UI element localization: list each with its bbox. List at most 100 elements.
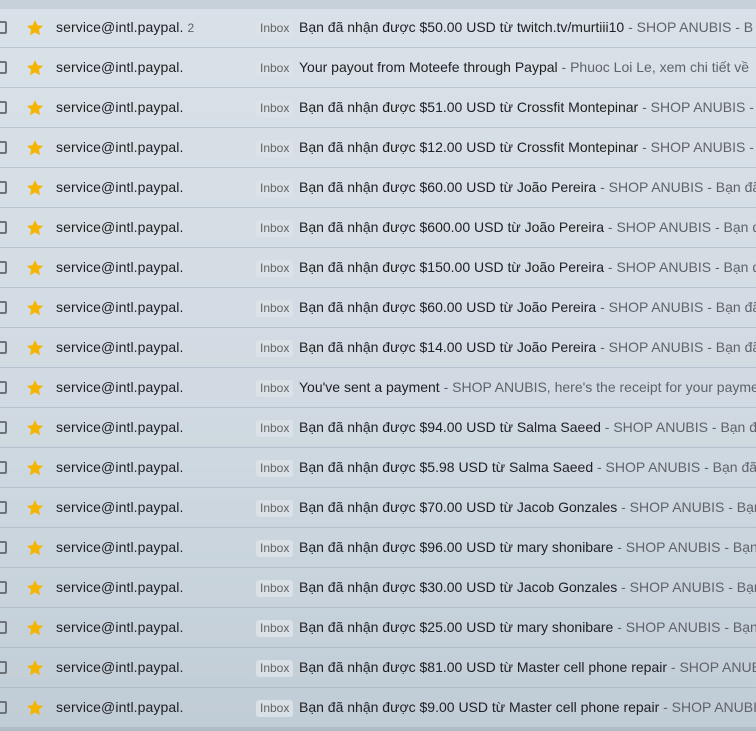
inbox-label[interactable]: Inbox	[256, 460, 294, 477]
sender-text: service@intl.paypal.	[56, 19, 184, 35]
subject-line: Bạn đã nhận được $94.00 USD từ Salma Sae…	[299, 419, 756, 435]
email-row[interactable]: service@intl.paypal. Inbox Bạn đã nhận đ…	[0, 608, 756, 648]
select-checkbox[interactable]	[0, 461, 7, 474]
email-row[interactable]: service@intl.paypal. Inbox Bạn đã nhận đ…	[0, 648, 756, 688]
inbox-label[interactable]: Inbox	[256, 340, 294, 357]
star-icon[interactable]	[25, 18, 45, 38]
select-checkbox[interactable]	[0, 701, 7, 714]
select-checkbox[interactable]	[0, 621, 7, 634]
inbox-label[interactable]: Inbox	[256, 420, 294, 437]
inbox-label[interactable]: Inbox	[256, 180, 294, 197]
star-icon[interactable]	[25, 618, 45, 638]
star-icon[interactable]	[25, 658, 45, 678]
email-row[interactable]: service@intl.paypal. Inbox Bạn đã nhận đ…	[0, 448, 756, 488]
email-subject: Bạn đã nhận được $12.00 USD từ Crossfit …	[299, 139, 639, 155]
star-icon[interactable]	[25, 298, 45, 318]
email-snippet: - SHOP ANUBIS - Bạn đã	[596, 299, 756, 315]
inbox-label[interactable]: Inbox	[256, 700, 294, 717]
email-row[interactable]: service@intl.paypal. Inbox Bạn đã nhận đ…	[0, 488, 756, 528]
email-snippet: - SHOP ANUBIS - Bạn đã	[596, 339, 756, 355]
email-row[interactable]: service@intl.paypal. Inbox Your payout f…	[0, 48, 756, 88]
email-row[interactable]: service@intl.paypal. Inbox Bạn đã nhận đ…	[0, 408, 756, 448]
email-row[interactable]: service@intl.paypal. Inbox Bạn đã nhận đ…	[0, 568, 756, 608]
star-icon[interactable]	[25, 378, 45, 398]
sender-name: service@intl.paypal.	[56, 659, 188, 675]
star-icon[interactable]	[25, 498, 45, 518]
email-snippet: - SHOP ANUBI	[667, 659, 756, 675]
star-icon[interactable]	[25, 578, 45, 598]
email-subject: Bạn đã nhận được $94.00 USD từ Salma Sae…	[299, 419, 601, 435]
inbox-label[interactable]: Inbox	[256, 620, 294, 637]
email-subject: Bạn đã nhận được $60.00 USD từ João Pere…	[299, 179, 597, 195]
star-icon[interactable]	[25, 98, 45, 118]
email-snippet: - SHOP ANUBIS - Bạn	[613, 619, 756, 635]
inbox-label[interactable]: Inbox	[256, 220, 294, 237]
select-checkbox[interactable]	[0, 221, 7, 234]
star-icon[interactable]	[25, 418, 45, 438]
subject-line: Bạn đã nhận được $96.00 USD từ mary shon…	[299, 539, 756, 555]
email-row[interactable]: service@intl.paypal. Inbox Bạn đã nhận đ…	[0, 88, 756, 128]
email-snippet: - SHOP ANUBIS - Bạn	[617, 499, 756, 515]
select-checkbox[interactable]	[0, 381, 7, 394]
star-icon[interactable]	[25, 138, 45, 158]
sender-name: service@intl.paypal.	[56, 339, 188, 355]
inbox-label[interactable]: Inbox	[256, 380, 294, 397]
email-subject: Bạn đã nhận được $60.00 USD từ João Pere…	[299, 299, 597, 315]
select-checkbox[interactable]	[0, 341, 7, 354]
subject-line: Bạn đã nhận được $60.00 USD từ João Pere…	[299, 179, 756, 195]
star-icon[interactable]	[25, 178, 45, 198]
email-row[interactable]: service@intl.paypal. 2 Inbox Bạn đã nhận …	[0, 8, 756, 48]
select-checkbox[interactable]	[0, 501, 7, 514]
inbox-label[interactable]: Inbox	[256, 260, 294, 277]
select-checkbox[interactable]	[0, 101, 7, 114]
star-icon[interactable]	[25, 338, 45, 358]
select-checkbox[interactable]	[0, 301, 7, 314]
star-icon[interactable]	[25, 538, 45, 558]
email-row[interactable]: service@intl.paypal. Inbox Bạn đã nhận đ…	[0, 528, 756, 568]
sender-text: service@intl.paypal.	[56, 659, 184, 675]
select-checkbox[interactable]	[0, 661, 7, 674]
select-checkbox[interactable]	[0, 141, 7, 154]
subject-line: Bạn đã nhận được $12.00 USD từ Crossfit …	[299, 139, 754, 155]
inbox-label[interactable]: Inbox	[256, 580, 294, 597]
email-snippet: - SHOP ANUBIS - Bạn	[617, 579, 756, 595]
select-checkbox[interactable]	[0, 21, 7, 34]
star-icon[interactable]	[25, 218, 45, 238]
email-row[interactable]: service@intl.paypal. Inbox Bạn đã nhận đ…	[0, 208, 756, 248]
email-row[interactable]: service@intl.paypal. Inbox Bạn đã nhận đ…	[0, 688, 756, 728]
email-row[interactable]: service@intl.paypal. Inbox Bạn đã nhận đ…	[0, 248, 756, 288]
inbox-label[interactable]: Inbox	[256, 660, 294, 677]
inbox-label[interactable]: Inbox	[256, 20, 294, 37]
inbox-label[interactable]: Inbox	[256, 60, 294, 77]
select-checkbox[interactable]	[0, 261, 7, 274]
subject-line: Bạn đã nhận được $9.00 USD từ Master cel…	[299, 699, 756, 715]
sender-text: service@intl.paypal.	[56, 299, 184, 315]
sender-text: service@intl.paypal.	[56, 99, 184, 115]
select-checkbox[interactable]	[0, 581, 7, 594]
select-checkbox[interactable]	[0, 61, 7, 74]
select-checkbox[interactable]	[0, 181, 7, 194]
select-checkbox[interactable]	[0, 541, 7, 554]
sender-text: service@intl.paypal.	[56, 499, 184, 515]
inbox-label[interactable]: Inbox	[256, 100, 294, 117]
inbox-label[interactable]: Inbox	[256, 540, 294, 557]
star-icon[interactable]	[25, 698, 45, 718]
star-icon[interactable]	[25, 258, 45, 278]
email-row[interactable]: service@intl.paypal. Inbox Bạn đã nhận đ…	[0, 328, 756, 368]
subject-line: Bạn đã nhận được $150.00 USD từ João Per…	[299, 259, 756, 275]
sender-text: service@intl.paypal.	[56, 339, 184, 355]
star-icon[interactable]	[25, 458, 45, 478]
star-icon[interactable]	[25, 58, 45, 78]
sender-text: service@intl.paypal.	[56, 539, 184, 555]
inbox-label[interactable]: Inbox	[256, 140, 294, 157]
inbox-label[interactable]: Inbox	[256, 500, 294, 517]
email-subject: Bạn đã nhận được $600.00 USD từ João Per…	[299, 219, 604, 235]
email-row[interactable]: service@intl.paypal. Inbox Bạn đã nhận đ…	[0, 128, 756, 168]
email-row[interactable]: service@intl.paypal. Inbox You've sent a…	[0, 368, 756, 408]
sender-text: service@intl.paypal.	[56, 579, 184, 595]
email-row[interactable]: service@intl.paypal. Inbox Bạn đã nhận đ…	[0, 288, 756, 328]
inbox-label[interactable]: Inbox	[256, 300, 294, 317]
email-snippet: - SHOP ANUBIS -	[638, 139, 754, 155]
select-checkbox[interactable]	[0, 421, 7, 434]
email-row[interactable]: service@intl.paypal. Inbox Bạn đã nhận đ…	[0, 168, 756, 208]
